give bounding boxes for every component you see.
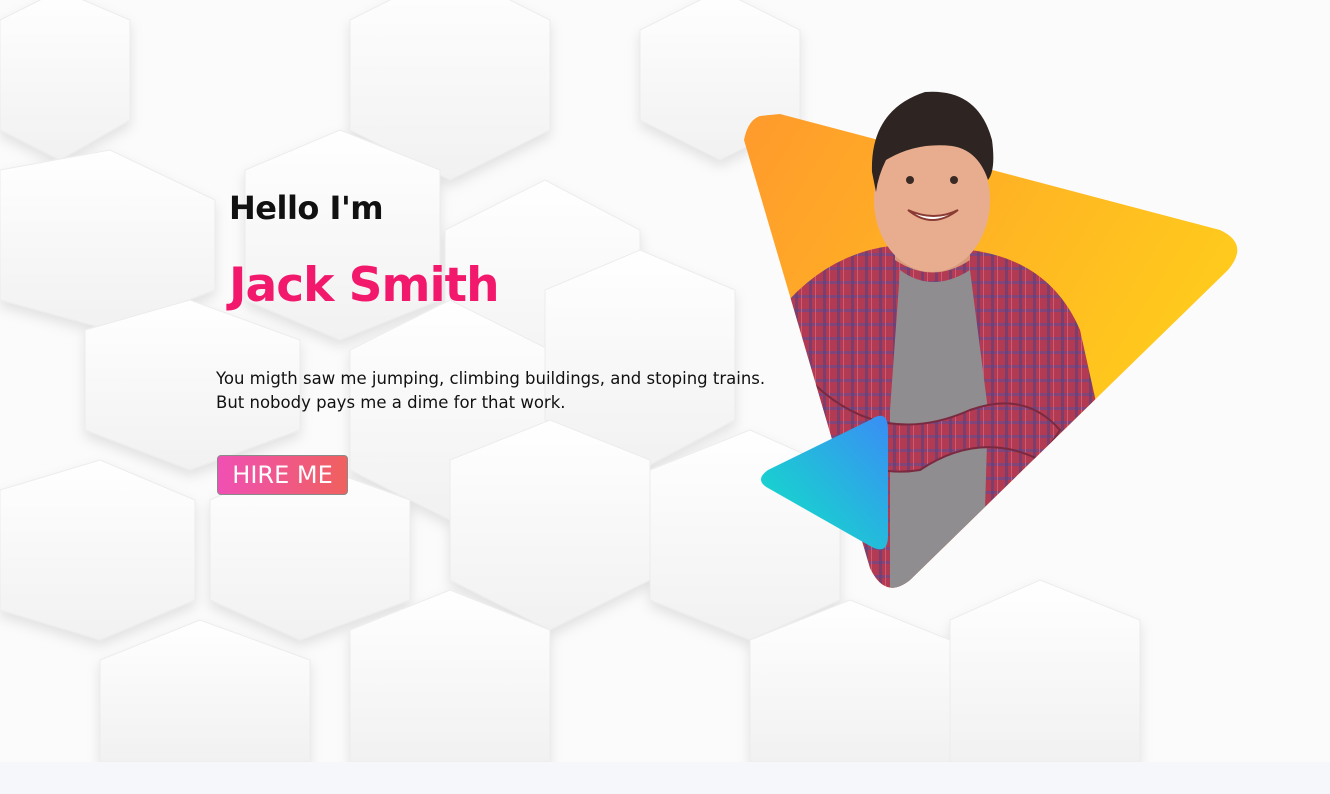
footer-strip xyxy=(0,762,1330,794)
bio-line-1: You migth saw me jumping, climbing build… xyxy=(216,369,766,388)
hero-section: Hello I'm Jack Smith You migth saw me ju… xyxy=(0,0,1330,762)
play-triangle-icon xyxy=(761,415,888,550)
bio-text: You migth saw me jumping, climbing build… xyxy=(216,367,796,415)
hero-illustration xyxy=(744,91,1238,588)
name-heading: Jack Smith xyxy=(229,258,500,313)
hire-me-button[interactable]: HIRE ME xyxy=(217,455,348,495)
bio-line-2: But nobody pays me a dime for that work. xyxy=(216,393,566,412)
greeting-heading: Hello I'm xyxy=(229,189,384,227)
